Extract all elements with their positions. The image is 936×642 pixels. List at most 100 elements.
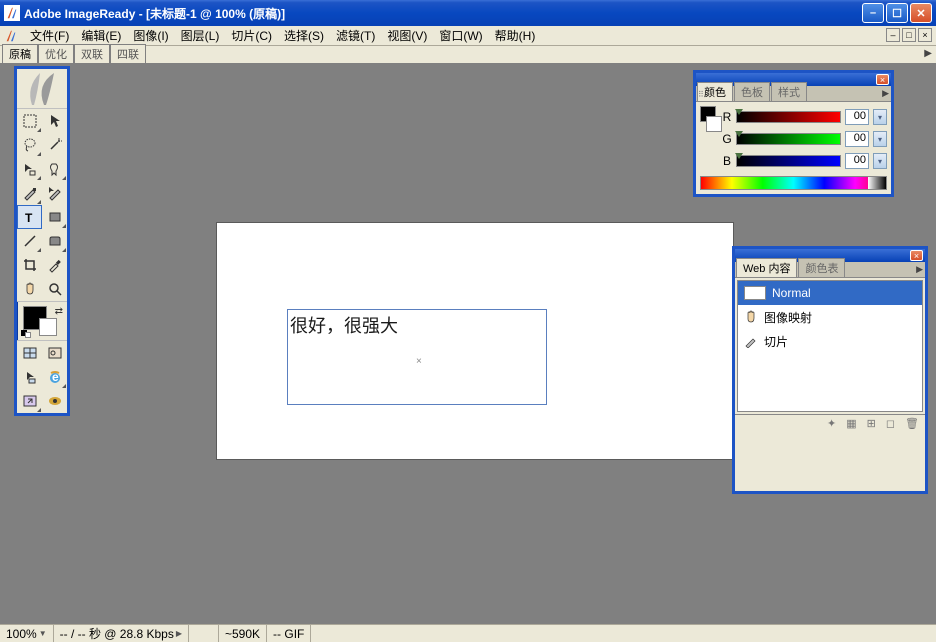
eyedropper-tool[interactable] (42, 253, 67, 277)
list-item-image-map[interactable]: 图像映射 (738, 305, 922, 329)
jump-to-button[interactable] (17, 389, 42, 413)
crop-tool[interactable] (17, 253, 42, 277)
tab-swatches[interactable]: 色板 (734, 82, 770, 101)
tab-color-table[interactable]: 颜色表 (798, 258, 845, 277)
magic-wand-tool[interactable] (42, 133, 67, 157)
menu-select[interactable]: 选择(S) (278, 25, 330, 46)
menu-layer[interactable]: 图层(L) (175, 25, 226, 46)
minimize-button[interactable]: – (862, 3, 884, 23)
background-color-swatch[interactable] (39, 318, 57, 336)
menu-slice[interactable]: 切片(C) (225, 25, 278, 46)
g-slider[interactable] (736, 133, 841, 145)
status-spacer (189, 625, 219, 642)
swap-colors-icon[interactable]: ⇄ (55, 306, 63, 317)
file-size: ~590K (219, 625, 267, 642)
g-dropdown[interactable]: ▾ (873, 131, 887, 147)
menu-edit[interactable]: 编辑(E) (75, 25, 127, 46)
delete-icon[interactable]: 🗑 (905, 417, 919, 430)
color-panel: × ⠿ 颜色 色板 样式 ▶ R 00 ▾ G 00 ▾ (693, 70, 894, 197)
toggle-maps-button[interactable] (42, 341, 67, 365)
image-map-select-tool[interactable] (17, 157, 42, 181)
color-panel-menu-icon[interactable]: ▶ (882, 88, 889, 99)
lasso-tool[interactable] (17, 133, 42, 157)
default-colors-icon[interactable] (21, 330, 33, 338)
tab-web-content[interactable]: Web 内容 (736, 258, 797, 277)
color-swatch-area[interactable]: ⇄ (17, 301, 67, 341)
list-item-label: 切片 (764, 333, 788, 350)
slice-tool[interactable] (17, 181, 42, 205)
line-tool[interactable] (17, 229, 42, 253)
document-canvas[interactable]: 很好，很强大 × (216, 222, 734, 460)
r-dropdown[interactable]: ▾ (873, 109, 887, 125)
b-dropdown[interactable]: ▾ (873, 153, 887, 169)
tabs-menu-icon[interactable]: ▶ (924, 48, 932, 59)
doc-tab-original[interactable]: 原稿 (2, 44, 38, 63)
web-panel-menu-icon[interactable]: ▶ (916, 264, 923, 275)
rollover-preview-button[interactable] (17, 365, 42, 389)
r-label: R (722, 110, 732, 124)
status-bar: 100%▼ -- / -- 秒 @ 28.8 Kbps▶ ~590K -- GI… (0, 624, 936, 642)
menu-filter[interactable]: 滤镜(T) (330, 25, 381, 46)
svg-text:e: e (52, 370, 59, 384)
shape-tool[interactable] (42, 205, 67, 229)
menu-window[interactable]: 窗口(W) (433, 25, 488, 46)
b-label: B (722, 154, 732, 168)
knife-icon (744, 334, 758, 348)
panel-swatch[interactable] (700, 106, 720, 140)
color-panel-close-button[interactable]: × (876, 74, 889, 85)
window-titlebar: Adobe ImageReady - [未标题-1 @ 100% (原稿)] –… (0, 0, 936, 26)
tab-rectangle-tool[interactable] (42, 229, 67, 253)
preview-document-button[interactable] (42, 389, 67, 413)
list-item-normal[interactable]: Normal (738, 281, 922, 305)
menu-help[interactable]: 帮助(H) (489, 25, 542, 46)
type-tool[interactable]: T (17, 205, 42, 229)
g-value[interactable]: 00 (845, 131, 869, 147)
new-item-icon[interactable]: ◻ (886, 417, 895, 430)
tab-styles[interactable]: 样式 (771, 82, 807, 101)
g-label: G (722, 132, 732, 146)
doc-tab-2up[interactable]: 双联 (74, 44, 110, 63)
slice-select-tool[interactable] (42, 181, 67, 205)
menu-bar: 文件(F) 编辑(E) 图像(I) 图层(L) 切片(C) 选择(S) 滤镜(T… (0, 26, 936, 46)
toggle-slices-button[interactable] (17, 341, 42, 365)
web-panel-close-button[interactable]: × (910, 250, 923, 261)
app-logo-icon (4, 5, 20, 21)
rollover-icon[interactable]: ✦ (827, 417, 836, 430)
toolbox-header-icon (17, 69, 67, 109)
web-content-list: Normal 图像映射 切片 (737, 280, 923, 412)
move-tool[interactable] (42, 109, 67, 133)
doc-tab-4up[interactable]: 四联 (110, 44, 146, 63)
menu-file[interactable]: 文件(F) (24, 25, 75, 46)
maximize-button[interactable]: ☐ (886, 3, 908, 23)
panel-grip-icon[interactable]: ⠿ (698, 90, 704, 99)
zoom-level[interactable]: 100%▼ (0, 625, 54, 642)
file-format: -- GIF (267, 625, 311, 642)
marquee-tool[interactable] (17, 109, 42, 133)
doc-restore-button[interactable]: □ (902, 28, 916, 42)
hand-icon (744, 310, 758, 324)
r-value[interactable]: 00 (845, 109, 869, 125)
new-layer-slice-icon[interactable]: ▦ (846, 417, 856, 430)
list-item-label: Normal (772, 286, 811, 300)
text-edit-box[interactable]: 很好，很强大 × (287, 309, 547, 405)
download-time[interactable]: -- / -- 秒 @ 28.8 Kbps▶ (54, 625, 189, 642)
b-value[interactable]: 00 (845, 153, 869, 169)
preview-browser-button[interactable]: e (42, 365, 67, 389)
center-marker-icon: × (416, 356, 422, 367)
text-content: 很好，很强大 (290, 312, 398, 338)
menu-view[interactable]: 视图(V) (381, 25, 433, 46)
close-button[interactable]: ✕ (910, 3, 932, 23)
svg-text:T: T (25, 211, 33, 225)
b-slider[interactable] (736, 155, 841, 167)
hand-tool[interactable] (17, 277, 42, 301)
zoom-tool[interactable] (42, 277, 67, 301)
doc-close-button[interactable]: × (918, 28, 932, 42)
color-spectrum[interactable] (700, 176, 887, 190)
doc-minimize-button[interactable]: – (886, 28, 900, 42)
menu-image[interactable]: 图像(I) (127, 25, 174, 46)
list-item-slice[interactable]: 切片 (738, 329, 922, 353)
image-map-tool[interactable] (42, 157, 67, 181)
new-state-icon[interactable]: ⊞ (867, 417, 876, 430)
r-slider[interactable] (736, 111, 841, 123)
doc-tab-optimized[interactable]: 优化 (38, 44, 74, 63)
